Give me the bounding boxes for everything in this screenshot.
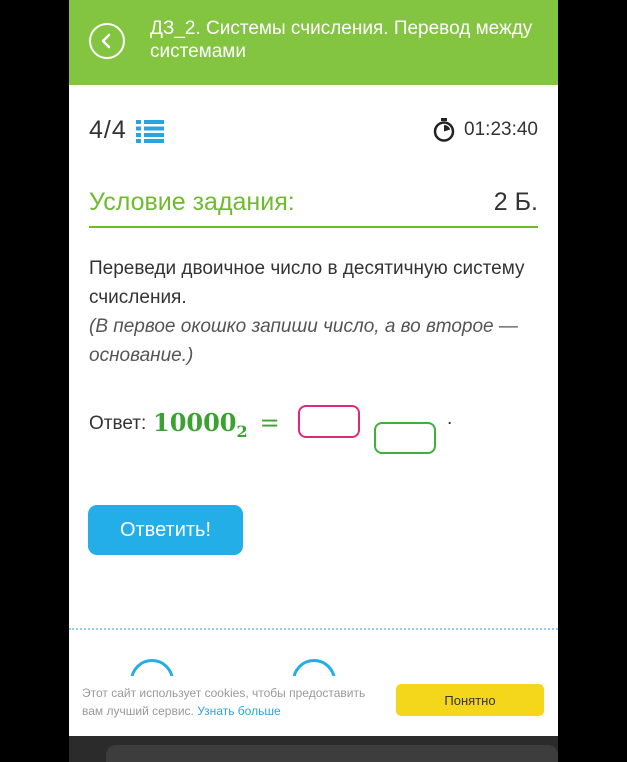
bottom-panel bbox=[106, 745, 558, 762]
answer-label: Ответ: bbox=[89, 413, 147, 434]
equals-sign: = bbox=[259, 409, 280, 437]
stopwatch-icon bbox=[433, 118, 455, 142]
task-hint: (В первое окошко запиши число, а во втор… bbox=[89, 316, 518, 366]
back-button[interactable] bbox=[89, 23, 125, 59]
header-bar: ДЗ_2. Системы счисления. Перевод между с… bbox=[69, 0, 558, 85]
timer-value: 01:23:40 bbox=[464, 119, 538, 140]
number-base: 2 bbox=[236, 422, 248, 441]
list-icon[interactable] bbox=[135, 119, 164, 143]
question-counter: 4 / 4 bbox=[89, 116, 164, 145]
condition-header: Условие задания: 2 Б. bbox=[89, 188, 538, 228]
back-arrow-icon bbox=[101, 33, 111, 49]
number-digits: 10000 bbox=[153, 408, 237, 437]
current-question: 4 bbox=[89, 116, 103, 144]
answer-row: Ответ: 100002 = . bbox=[89, 400, 538, 460]
cookie-text: Этот сайт использует cookies, чтобы пред… bbox=[82, 684, 382, 720]
cookie-accept-button[interactable]: Понятно bbox=[396, 684, 544, 716]
submit-button[interactable]: Ответить! bbox=[88, 505, 243, 555]
cookie-banner: Этот сайт использует cookies, чтобы пред… bbox=[69, 676, 558, 724]
answer-end-dot: . bbox=[447, 408, 453, 429]
total-questions: 4 bbox=[111, 116, 126, 144]
cookie-more-link[interactable]: Узнать больше bbox=[197, 704, 280, 718]
answer-number-input[interactable] bbox=[298, 405, 360, 438]
counter-separator: / bbox=[103, 116, 111, 144]
points-badge: 2 Б. bbox=[493, 188, 538, 216]
page-title: ДЗ_2. Системы счисления. Перевод между с… bbox=[150, 18, 533, 62]
task-text: Переведи двоичное число в десятичную сис… bbox=[89, 258, 525, 308]
divider bbox=[69, 628, 558, 630]
condition-title: Условие задания: bbox=[89, 188, 295, 216]
phone-screen: ДЗ_2. Системы счисления. Перевод между с… bbox=[69, 0, 558, 762]
binary-number: 100002 = bbox=[153, 408, 280, 441]
timer: 01:23:40 bbox=[432, 118, 538, 142]
answer-base-input[interactable] bbox=[374, 422, 436, 454]
